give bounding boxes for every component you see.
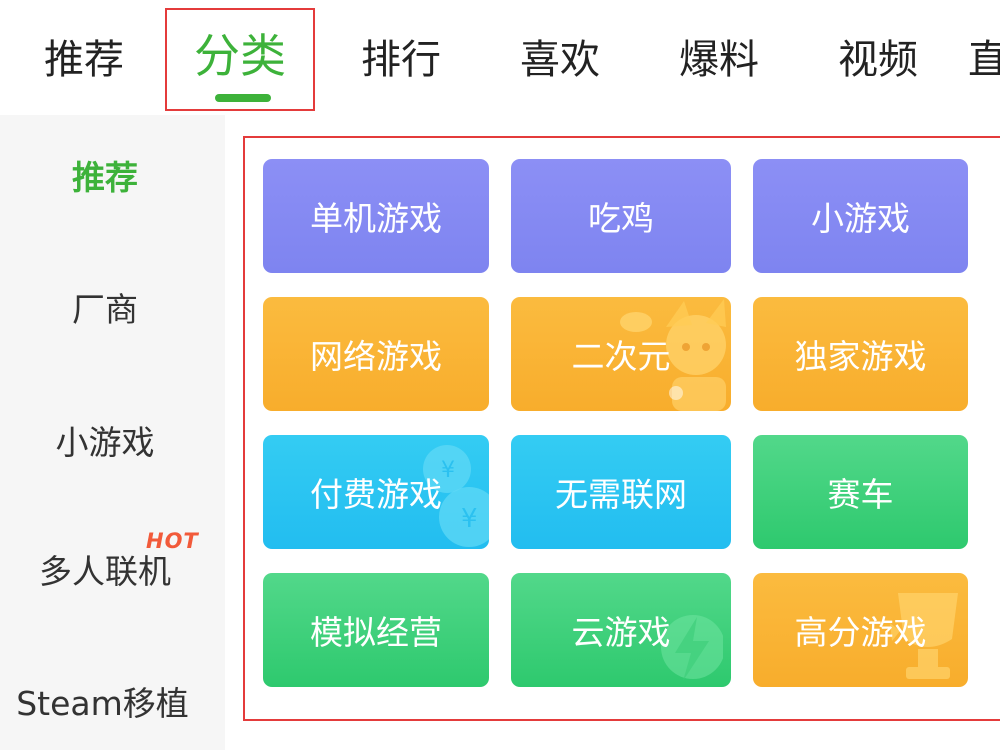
category-tile-cloud[interactable]: 云游戏 <box>511 573 731 687</box>
category-grid: 单机游戏 吃鸡 小游戏 网络游戏 二次元 独家游戏 ¥ ¥ 付费游戏 无需联网 … <box>225 115 1000 750</box>
category-tile-top-rated[interactable]: 高分游戏 <box>753 573 968 687</box>
category-tile-battle-royale[interactable]: 吃鸡 <box>511 159 731 273</box>
tab-recommend[interactable]: 推荐 <box>14 30 154 90</box>
category-tile-simulation[interactable]: 模拟经营 <box>263 573 489 687</box>
sidebar-item-multiplayer[interactable]: 多人联机 <box>0 549 210 595</box>
category-tile-exclusive[interactable]: 独家游戏 <box>753 297 968 411</box>
svg-text:¥: ¥ <box>441 458 455 483</box>
tab-ranking[interactable]: 排行 <box>331 30 471 90</box>
tab-favorites[interactable]: 喜欢 <box>490 30 630 90</box>
tab-live-partial[interactable]: 直 <box>968 30 1000 90</box>
tab-category[interactable]: 分类 <box>170 26 310 102</box>
sidebar-item-vendors[interactable]: 厂商 <box>0 287 210 333</box>
sidebar-item-steam-port[interactable]: Steam移植 <box>0 681 205 727</box>
category-tile-anime[interactable]: 二次元 <box>511 297 731 411</box>
tab-video[interactable]: 视频 <box>808 30 948 90</box>
sidebar-item-mini-games[interactable]: 小游戏 <box>0 420 210 466</box>
category-tile-mini-games[interactable]: 小游戏 <box>753 159 968 273</box>
sidebar-item-recommend[interactable]: 推荐 <box>0 155 210 201</box>
tab-news[interactable]: 爆料 <box>649 30 789 90</box>
category-tile-online[interactable]: 网络游戏 <box>263 297 489 411</box>
active-tab-underline <box>215 94 271 102</box>
category-tile-racing[interactable]: 赛车 <box>753 435 968 549</box>
category-tile-standalone[interactable]: 单机游戏 <box>263 159 489 273</box>
category-sidebar: 推荐 厂商 小游戏 HOT 多人联机 Steam移植 <box>0 115 225 750</box>
category-tile-offline[interactable]: 无需联网 <box>511 435 731 549</box>
tab-category-label: 分类 <box>194 29 286 83</box>
category-tile-paid[interactable]: ¥ ¥ 付费游戏 <box>263 435 489 549</box>
svg-text:¥: ¥ <box>461 504 478 534</box>
category-tab-bar: 推荐 分类 排行 喜欢 爆料 视频 直 <box>0 0 1000 115</box>
